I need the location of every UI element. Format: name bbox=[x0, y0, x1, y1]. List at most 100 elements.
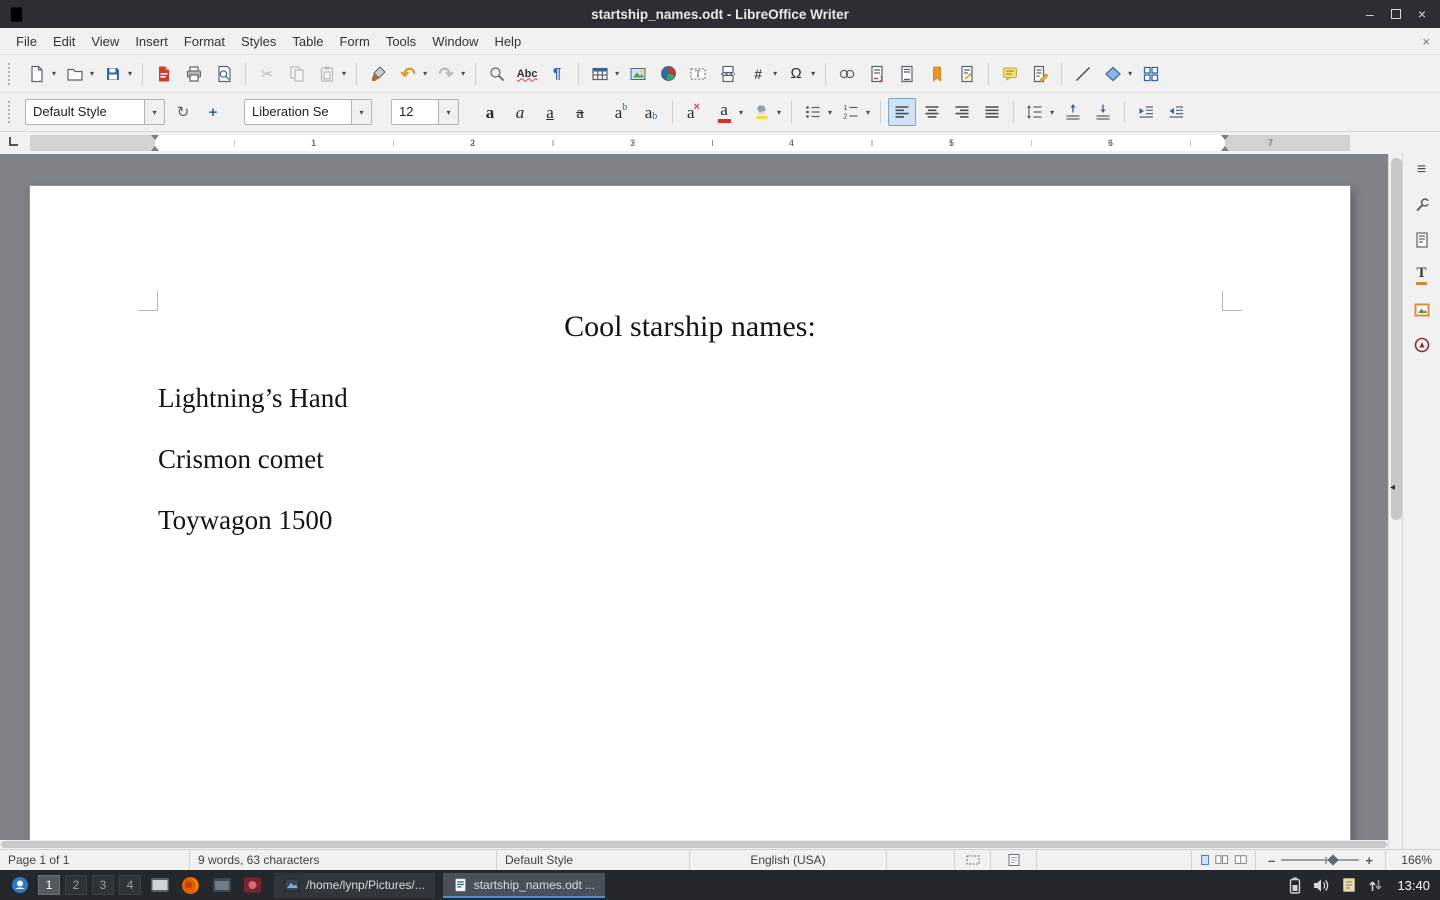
basic-shapes-button[interactable] bbox=[1099, 60, 1127, 88]
sidebar-navigator-button[interactable] bbox=[1408, 331, 1436, 359]
menu-styles[interactable]: Styles bbox=[233, 30, 284, 53]
menu-table[interactable]: Table bbox=[284, 30, 331, 53]
font-size-value[interactable]: 12 bbox=[392, 100, 438, 124]
insert-cross-reference-button[interactable] bbox=[953, 60, 981, 88]
basic-shapes-dropdown[interactable]: ▾ bbox=[1128, 69, 1132, 78]
horizontal-scrollbar[interactable] bbox=[0, 840, 1388, 849]
insert-page-break-button[interactable] bbox=[714, 60, 742, 88]
paragraph-style-dropdown[interactable]: ▾ bbox=[144, 100, 164, 124]
insert-bookmark-button[interactable] bbox=[923, 60, 951, 88]
tab-stop-selector[interactable] bbox=[9, 137, 18, 146]
new-document-button[interactable] bbox=[23, 60, 51, 88]
font-color-button[interactable]: a bbox=[710, 98, 738, 126]
insert-endnote-button[interactable] bbox=[893, 60, 921, 88]
font-name-dropdown[interactable]: ▾ bbox=[351, 100, 371, 124]
ruler[interactable]: 1 2 3 4 5 6 7 bbox=[0, 132, 1440, 154]
menu-file[interactable]: File bbox=[8, 30, 45, 53]
special-character-dropdown[interactable]: ▾ bbox=[811, 69, 815, 78]
document-paragraph[interactable]: Lightning’s Hand bbox=[158, 383, 348, 414]
superscript-button[interactable]: ab bbox=[607, 98, 635, 126]
workspace-1-button[interactable]: 1 bbox=[38, 875, 60, 895]
align-justify-button[interactable] bbox=[978, 98, 1006, 126]
close-button[interactable]: × bbox=[1418, 7, 1426, 21]
align-center-button[interactable] bbox=[918, 98, 946, 126]
font-size-dropdown[interactable]: ▾ bbox=[438, 100, 458, 124]
special-character-button[interactable]: Ω bbox=[782, 60, 810, 88]
workspace-2-button[interactable]: 2 bbox=[65, 875, 87, 895]
insert-table-button[interactable] bbox=[586, 60, 614, 88]
underline-button[interactable]: a bbox=[536, 98, 564, 126]
left-indent-marker[interactable] bbox=[151, 146, 159, 151]
font-size-combobox[interactable]: 12 ▾ bbox=[391, 99, 459, 125]
status-selection-mode[interactable] bbox=[955, 850, 991, 870]
strikethrough-button[interactable]: a bbox=[566, 98, 594, 126]
vertical-scrollbar[interactable]: ◂ bbox=[1388, 154, 1402, 849]
insert-image-button[interactable] bbox=[624, 60, 652, 88]
status-document-modified[interactable] bbox=[991, 850, 1037, 870]
increase-indent-button[interactable] bbox=[1132, 98, 1160, 126]
menu-view[interactable]: View bbox=[83, 30, 127, 53]
battery-icon[interactable] bbox=[1289, 877, 1301, 894]
zoom-percentage[interactable]: 166% bbox=[1386, 850, 1440, 870]
toolbar-grip[interactable] bbox=[8, 63, 15, 85]
document-page[interactable]: Cool starship names: Lightning’s Hand Cr… bbox=[30, 186, 1350, 849]
status-word-count[interactable]: 9 words, 63 characters bbox=[190, 850, 497, 870]
cut-button[interactable]: ✂ bbox=[253, 60, 281, 88]
volume-icon[interactable] bbox=[1313, 878, 1330, 893]
sidebar-properties-button[interactable] bbox=[1408, 191, 1436, 219]
save-dropdown[interactable]: ▾ bbox=[128, 69, 132, 78]
open-button[interactable] bbox=[61, 60, 89, 88]
numbered-list-dropdown[interactable]: ▾ bbox=[866, 108, 870, 117]
open-dropdown[interactable]: ▾ bbox=[90, 69, 94, 78]
menu-window[interactable]: Window bbox=[424, 30, 486, 53]
copy-button[interactable] bbox=[283, 60, 311, 88]
close-document-button[interactable]: × bbox=[1422, 34, 1430, 49]
multi-page-view-icon[interactable] bbox=[1215, 853, 1228, 867]
paragraph-style-combobox[interactable]: Default Style ▾ bbox=[25, 99, 165, 125]
insert-chart-button[interactable] bbox=[654, 60, 682, 88]
clock[interactable]: 13:40 bbox=[1395, 878, 1430, 893]
status-insert-mode[interactable] bbox=[887, 850, 955, 870]
print-preview-button[interactable] bbox=[210, 60, 238, 88]
document-canvas[interactable]: Cool starship names: Lightning’s Hand Cr… bbox=[0, 154, 1388, 849]
menu-edit[interactable]: Edit bbox=[45, 30, 83, 53]
export-pdf-button[interactable] bbox=[150, 60, 178, 88]
insert-textbox-button[interactable]: T bbox=[684, 60, 712, 88]
paragraph-style-value[interactable]: Default Style bbox=[26, 100, 144, 124]
insert-field-dropdown[interactable]: ▾ bbox=[773, 69, 777, 78]
numbered-list-button[interactable]: 12 bbox=[837, 98, 865, 126]
show-draw-functions-button[interactable] bbox=[1137, 60, 1165, 88]
right-indent-marker-bottom[interactable] bbox=[1221, 146, 1229, 151]
subscript-button[interactable]: ab bbox=[637, 98, 665, 126]
document-paragraph[interactable]: Crismon comet bbox=[158, 444, 324, 475]
formatting-marks-button[interactable]: ¶ bbox=[543, 60, 571, 88]
insert-hyperlink-button[interactable] bbox=[833, 60, 861, 88]
status-page-style[interactable]: Default Style bbox=[497, 850, 690, 870]
status-language[interactable]: English (USA) bbox=[690, 850, 887, 870]
zoom-slider[interactable] bbox=[1281, 859, 1359, 861]
menu-insert[interactable]: Insert bbox=[127, 30, 176, 53]
align-right-button[interactable] bbox=[948, 98, 976, 126]
book-view-icon[interactable] bbox=[1234, 853, 1247, 867]
save-button[interactable] bbox=[99, 60, 127, 88]
new-document-dropdown[interactable]: ▾ bbox=[52, 69, 56, 78]
vertical-scrollbar-thumb[interactable] bbox=[1391, 158, 1402, 520]
highlight-color-dropdown[interactable]: ▾ bbox=[777, 108, 781, 117]
media-launcher[interactable] bbox=[239, 873, 266, 897]
align-left-button[interactable] bbox=[888, 98, 916, 126]
font-name-value[interactable]: Liberation Se bbox=[245, 100, 351, 124]
restore-button[interactable] bbox=[1391, 9, 1401, 19]
first-line-indent-marker[interactable] bbox=[151, 135, 159, 140]
zoom-slider-thumb[interactable] bbox=[1328, 854, 1339, 865]
sidebar-styles-button[interactable]: T bbox=[1408, 261, 1436, 289]
update-style-button[interactable]: ↻ bbox=[169, 98, 197, 126]
workspace-4-button[interactable]: 4 bbox=[119, 875, 141, 895]
sidebar-hide-ar­row-icon[interactable]: ◂ bbox=[1390, 482, 1395, 493]
decrease-indent-button[interactable] bbox=[1162, 98, 1190, 126]
insert-table-dropdown[interactable]: ▾ bbox=[615, 69, 619, 78]
workspace-3-button[interactable]: 3 bbox=[92, 875, 114, 895]
decrease-paragraph-spacing-button[interactable] bbox=[1089, 98, 1117, 126]
bullet-list-button[interactable] bbox=[799, 98, 827, 126]
spelling-button[interactable]: Abc bbox=[513, 60, 541, 88]
menu-tools[interactable]: Tools bbox=[378, 30, 424, 53]
